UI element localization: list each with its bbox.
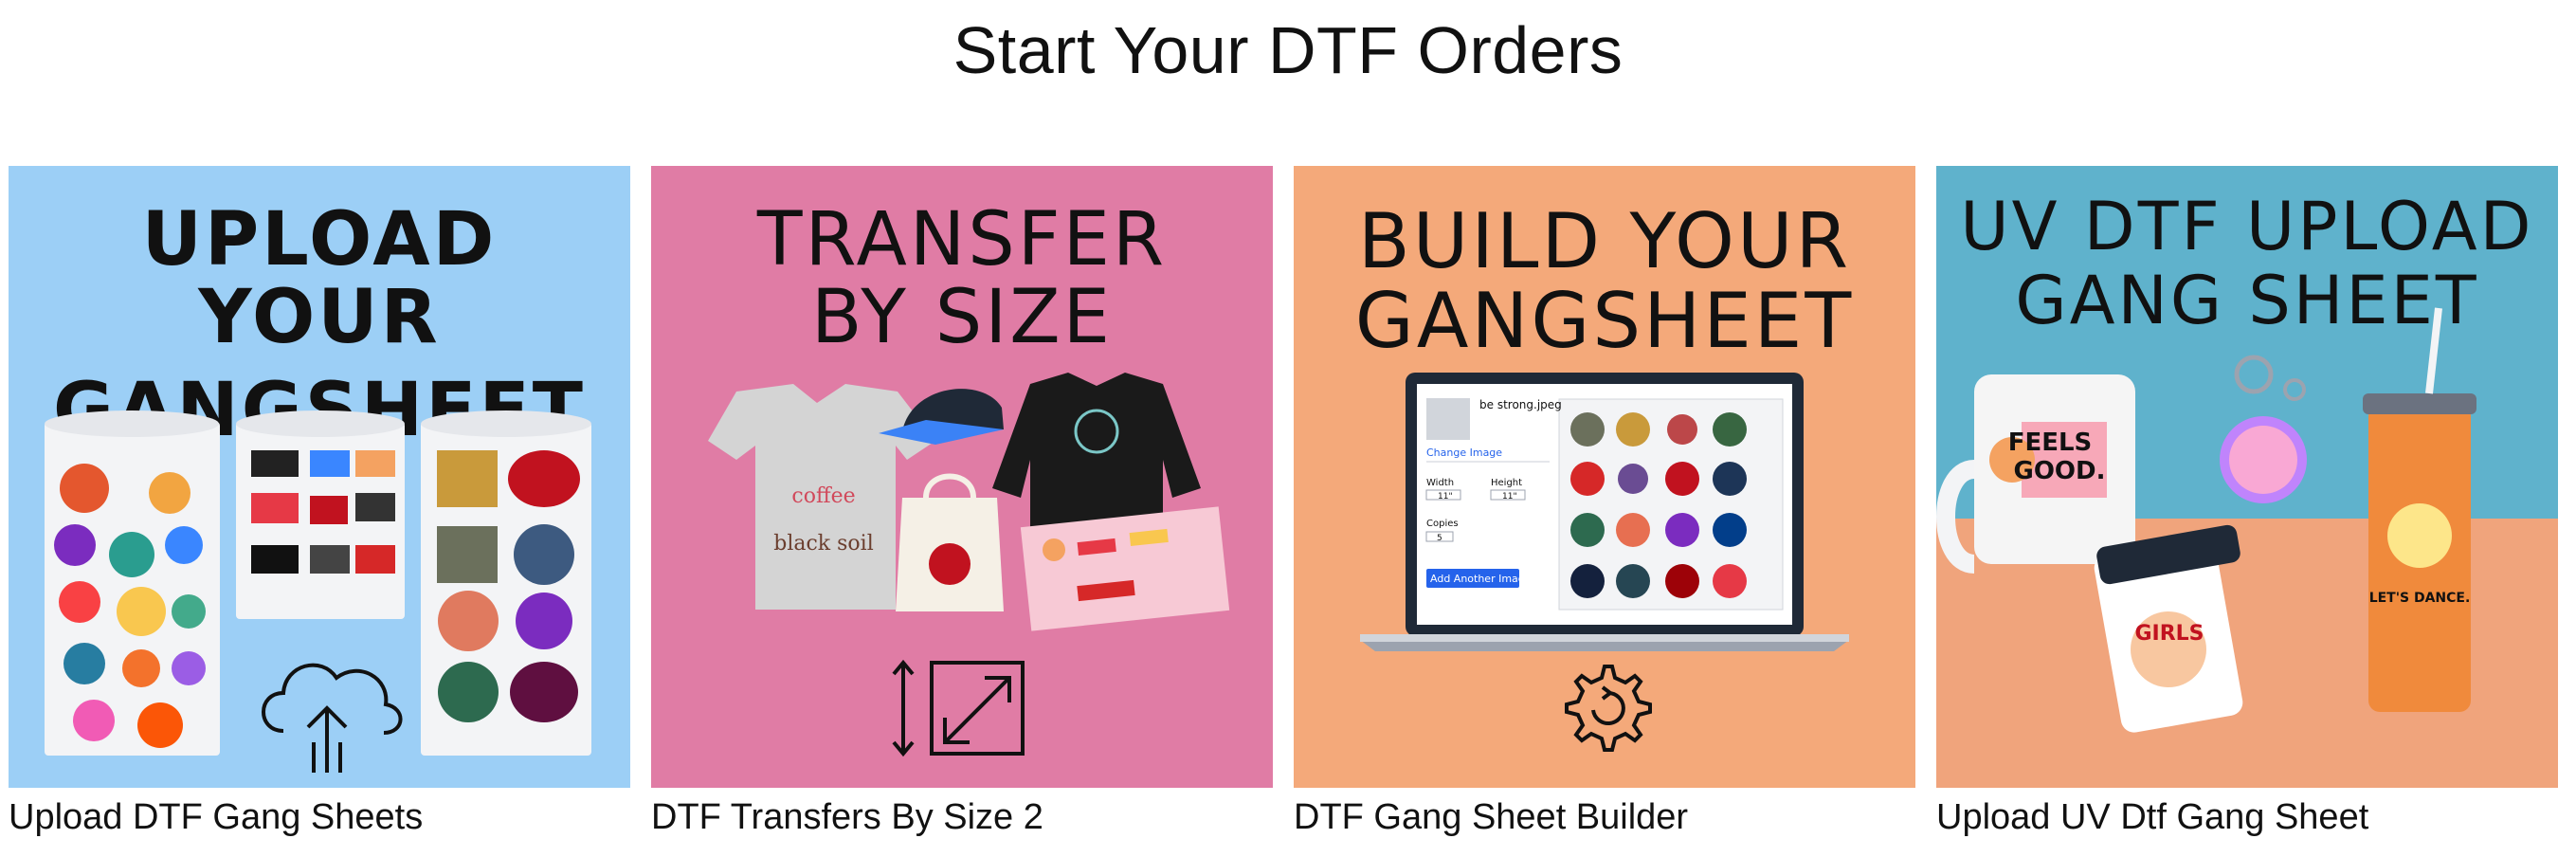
product-card-upload-gang-sheets[interactable]: UPLOAD YOUR GANGSHEET Upload DTF Gang Sh… [9, 166, 630, 839]
product-card-uv-dtf-gang-sheet[interactable]: UV DTF UPLOAD GANG SHEET FEELS GOOD. GIR… [1936, 166, 2558, 839]
svg-text:LET'S DANCE.: LET'S DANCE. [2369, 591, 2471, 606]
gang-sheet-roll-middle [236, 410, 405, 619]
sticker-sheet-graphic [1020, 506, 1230, 631]
svg-text:Width: Width [1426, 478, 1454, 488]
keychain-graphic [2220, 355, 2307, 503]
product-card-transfers-by-size[interactable]: TRANSFER BY SIZE coffee black soil DTF T… [651, 166, 1273, 839]
card-image-build-gangsheet[interactable]: BUILD YOUR GANGSHEET be strong.jpeg Chan… [1294, 166, 1915, 788]
laptop-builder-illustration: be strong.jpeg Change Image Width Height… [1360, 373, 1849, 752]
mug-print-text: FEELS [2008, 428, 2093, 457]
laptop-file-name: be strong.jpeg [1479, 398, 1562, 411]
svg-text:coffee: coffee [791, 484, 855, 508]
card-caption[interactable]: Upload UV Dtf Gang Sheet [1936, 795, 2558, 839]
svg-text:Change Image: Change Image [1426, 447, 1502, 459]
page-title: Start Your DTF Orders [952, 13, 1624, 87]
resize-icon [892, 659, 1025, 757]
svg-text:Height: Height [1491, 478, 1522, 488]
card-image-uv-dtf-upload[interactable]: UV DTF UPLOAD GANG SHEET FEELS GOOD. GIR… [1936, 166, 2558, 788]
card-caption[interactable]: DTF Transfers By Size 2 [651, 795, 1273, 839]
svg-text:5: 5 [1437, 534, 1442, 543]
svg-text:Add Another Image: Add Another Image [1430, 573, 1532, 585]
card-image-transfer-by-size[interactable]: TRANSFER BY SIZE coffee black soil [651, 166, 1273, 788]
gang-sheet-roll-right [421, 410, 591, 756]
gang-sheet-roll-left [45, 410, 220, 756]
gang-sheet-rolls-illustration [45, 410, 591, 773]
svg-text:11": 11" [1438, 492, 1453, 501]
card-image-upload-gangsheet[interactable]: UPLOAD YOUR GANGSHEET [9, 166, 630, 788]
svg-text:GIRLS: GIRLS [2134, 622, 2204, 646]
svg-text:Copies: Copies [1426, 519, 1459, 529]
product-card-gang-sheet-builder[interactable]: BUILD YOUR GANGSHEET be strong.jpeg Chan… [1294, 166, 1915, 839]
gear-refresh-icon [1565, 665, 1652, 752]
product-card-grid: UPLOAD YOUR GANGSHEET Upload DTF Gang Sh… [0, 166, 2576, 857]
uv-dtf-products-illustration: FEELS GOOD. GIRLS LET'S DANCE. [1936, 307, 2476, 733]
svg-text:GOOD.: GOOD. [2013, 457, 2105, 485]
svg-text:11": 11" [1502, 492, 1517, 501]
cloud-upload-icon [262, 663, 403, 773]
apparel-products-illustration: coffee black soil [708, 373, 1230, 757]
svg-text:black soil: black soil [773, 532, 874, 556]
card-caption[interactable]: DTF Gang Sheet Builder [1294, 795, 1915, 839]
card-caption[interactable]: Upload DTF Gang Sheets [9, 795, 630, 839]
laptop-graphic [1360, 373, 1849, 651]
tumbler-graphic [2363, 307, 2476, 712]
